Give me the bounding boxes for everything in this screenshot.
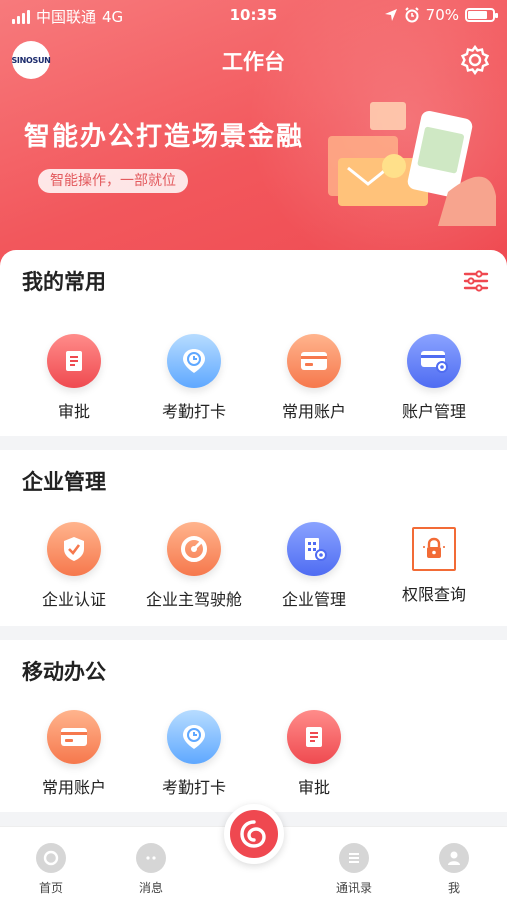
top-nav: SINOSUN 工作台 [0,38,507,82]
building-gear-icon [287,522,341,576]
banner-title: 智能办公打造场景金融 [24,122,305,152]
section-title: 移动办公 [22,660,106,684]
center-action-button[interactable] [224,804,284,864]
shortcut-approval[interactable]: 审批 [11,334,137,422]
hero-banner: 中国联通 4G 10:35 70% SINOSUN 工作台 智能办公打造场景金融… [0,0,507,268]
shortcut-label: 考勤打卡 [161,778,226,797]
shortcut-common-account[interactable]: 常用账户 [11,710,137,798]
shortcut-clock-in[interactable]: 考勤打卡 [131,710,257,798]
shortcut-label: 常用账户 [41,778,106,797]
shortcut-clock-in[interactable]: 考勤打卡 [131,334,257,422]
approval-icon [47,334,101,388]
lock-icon [412,527,456,571]
profile-icon [439,843,469,873]
banner-subtitle: 智能操作，一部就位 [38,169,188,193]
section-mobile-office: 移动办公 常用账户 考勤打卡 审批 [0,640,507,812]
shortcut-label: 常用账户 [281,402,346,421]
shield-check-icon [47,522,101,576]
tab-home[interactable]: 首页 [11,843,91,896]
center-logo-icon [240,820,266,848]
message-icon [136,843,166,873]
shortcut-label: 审批 [297,778,330,797]
card-icon [47,710,101,764]
shortcut-account-management[interactable]: 账户管理 [371,334,497,422]
contacts-icon [339,843,369,873]
tab-label: 通讯录 [335,881,372,895]
battery-percent: 70% [425,6,459,24]
card-icon [287,334,341,388]
page-title: 工作台 [222,50,285,74]
gear-icon[interactable] [459,44,491,76]
shortcut-label: 企业认证 [41,590,106,609]
clock-in-icon [167,710,221,764]
location-arrow-icon [384,9,397,21]
shortcut-approval[interactable]: 审批 [251,710,377,798]
shortcut-label: 审批 [57,402,90,421]
shortcut-enterprise-cockpit[interactable]: 企业主驾驶舱 [131,522,257,610]
section-enterprise: 企业管理 企业认证 企业主驾驶舱 企业管理 权限查询 [0,450,507,626]
shortcut-enterprise-certification[interactable]: 企业认证 [11,522,137,610]
tab-label: 首页 [38,881,63,895]
tab-contacts[interactable]: 通讯录 [314,843,394,896]
dashboard-gauge-icon [167,522,221,576]
clock-in-icon [167,334,221,388]
alarm-icon [404,7,419,23]
shortcut-label: 企业管理 [281,590,346,609]
section-common: 我的常用 审批 考勤打卡 常用账户 账户管理 [0,250,507,436]
status-bar: 中国联通 4G 10:35 70% [0,0,507,30]
shortcut-enterprise-management[interactable]: 企业管理 [251,522,377,610]
shortcut-label: 企业主驾驶舱 [145,590,242,609]
card-settings-icon [407,334,461,388]
section-title: 我的常用 [22,270,106,294]
tab-label: 消息 [138,881,163,895]
shortcut-label: 账户管理 [401,402,466,421]
filter-settings-icon[interactable] [463,270,489,292]
section-title: 企业管理 [22,470,106,494]
shortcut-permission-query[interactable]: 权限查询 [371,522,497,605]
tab-messages[interactable]: 消息 [111,843,191,896]
home-icon [36,843,66,873]
shortcut-common-account[interactable]: 常用账户 [251,334,377,422]
shortcut-label: 考勤打卡 [161,402,226,421]
banner-illustration [328,102,496,226]
battery-icon [465,8,498,22]
shortcut-label: 权限查询 [401,585,466,604]
tab-label: 我 [447,881,460,895]
approval-icon [287,710,341,764]
tab-me[interactable]: 我 [414,843,494,896]
